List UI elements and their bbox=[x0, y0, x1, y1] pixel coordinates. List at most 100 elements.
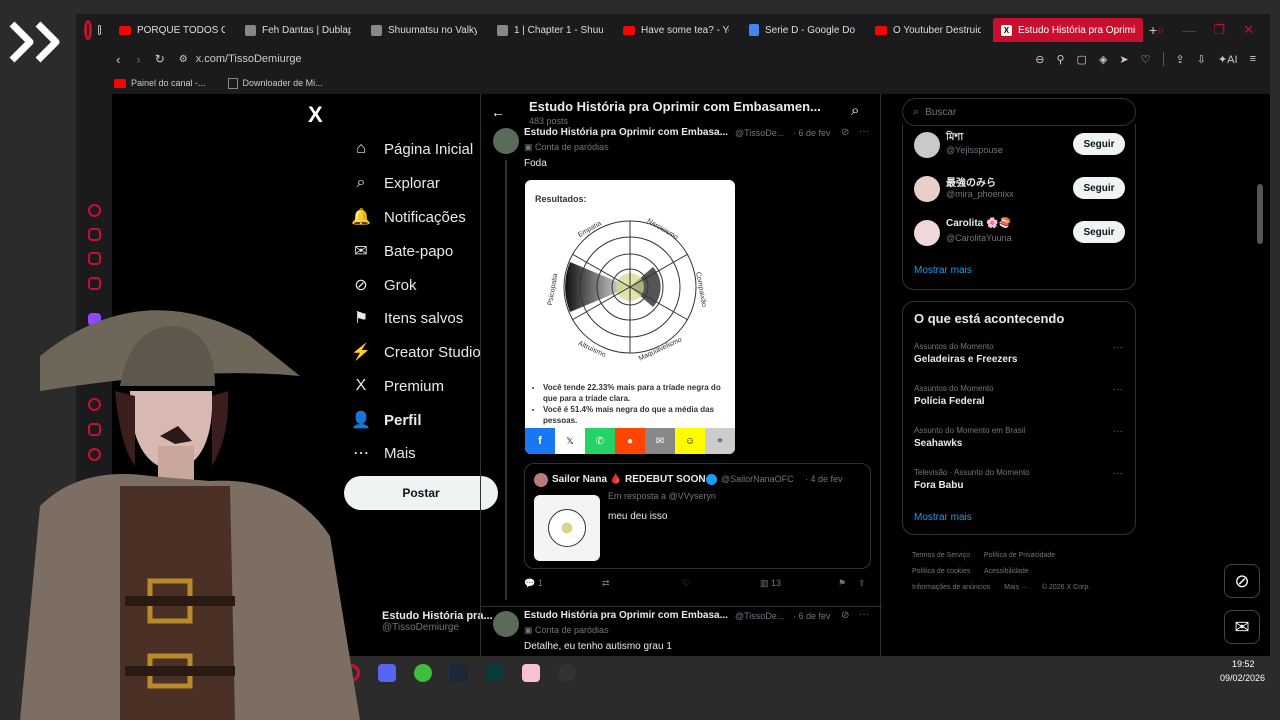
search-input[interactable]: Buscar bbox=[925, 107, 956, 118]
post-button[interactable]: Postar bbox=[344, 476, 498, 510]
share-icon[interactable]: ⇪ bbox=[1176, 53, 1185, 66]
minimize-icon[interactable]: — bbox=[1182, 23, 1195, 38]
reload-icon[interactable]: ↻ bbox=[155, 52, 165, 66]
browser-tab[interactable]: Feh Dantas | Dublapé bbox=[237, 18, 359, 42]
reply-button[interactable]: 💬 1 bbox=[524, 578, 543, 589]
post-author[interactable]: Estudo História pra Oprimir com Embasa..… bbox=[524, 127, 728, 138]
heart-icon[interactable]: ♡ bbox=[1141, 53, 1151, 66]
footer-link[interactable]: Política de Privacidade bbox=[984, 552, 1055, 559]
send-icon[interactable]: ➤ bbox=[1119, 53, 1128, 66]
new-tab-button[interactable]: + bbox=[1149, 22, 1157, 38]
snapchat-share-icon[interactable]: ☺ bbox=[675, 428, 705, 454]
x-logo-icon[interactable]: X bbox=[308, 102, 323, 128]
follow-suggestion[interactable]: 最強のみら @mira_phoenixx Seguir bbox=[903, 172, 1137, 212]
search-profile-icon[interactable]: ⌕ bbox=[851, 102, 859, 119]
post-author[interactable]: Estudo História pra Oprimir com Embasa..… bbox=[524, 610, 728, 621]
search-tabs-icon[interactable]: ⌕ bbox=[1157, 22, 1164, 38]
trend-more-icon[interactable]: ··· bbox=[1113, 468, 1123, 479]
quote-date[interactable]: · 4 de fev bbox=[805, 474, 843, 484]
post-handle[interactable]: @TissoDe... bbox=[735, 128, 784, 138]
share-post-icon[interactable]: ⇪ bbox=[858, 578, 866, 589]
grok-post-icon[interactable]: ⊘ bbox=[841, 127, 849, 138]
clock-time[interactable]: 19:52 bbox=[1232, 659, 1255, 669]
nav-item-more[interactable]: ⋯ Mais bbox=[352, 444, 416, 463]
avatar[interactable] bbox=[914, 132, 940, 158]
scrollbar-thumb[interactable] bbox=[1257, 184, 1263, 244]
messages-float-button[interactable]: ✉ bbox=[1224, 610, 1260, 644]
terminal-taskbar-icon[interactable] bbox=[486, 664, 504, 682]
suggestion-handle[interactable]: @mira_phoenixx bbox=[946, 189, 1014, 199]
show-more-trends-link[interactable]: Mostrar mais bbox=[914, 512, 972, 523]
quote-author[interactable]: Sailor Nana 🩸 REDEBUT SOON bbox=[552, 474, 706, 485]
browser-tab[interactable]: Serie D - Google Doc bbox=[741, 18, 863, 42]
back-arrow-icon[interactable]: ← bbox=[491, 104, 505, 120]
suggestion-name[interactable]: Carolita 🌸🍣 bbox=[946, 218, 1011, 229]
menu-icon[interactable]: ≡ bbox=[1250, 53, 1256, 65]
browser-tab[interactable]: Have some tea? - Yo bbox=[615, 18, 737, 42]
nav-item-home[interactable]: ⌂ Página Inicial bbox=[352, 140, 473, 158]
post-date[interactable]: · 6 de fev bbox=[793, 128, 831, 138]
quote-thumbnail[interactable] bbox=[534, 495, 600, 561]
follow-button[interactable]: Seguir bbox=[1073, 133, 1125, 155]
quote-handle[interactable]: @SailorNanaOFC bbox=[721, 474, 794, 484]
show-more-follow-link[interactable]: Mostrar mais bbox=[914, 265, 972, 276]
site-settings-icon[interactable]: ⚙ bbox=[179, 54, 188, 65]
utorrent-taskbar-icon[interactable] bbox=[414, 664, 432, 682]
aria-icon[interactable] bbox=[88, 204, 101, 217]
grok-post-icon[interactable]: ⊘ bbox=[841, 610, 849, 621]
avatar[interactable] bbox=[914, 220, 940, 246]
post[interactable]: Estudo História pra Oprimir com Embasa..… bbox=[481, 126, 882, 600]
post-handle[interactable]: @TissoDe... bbox=[735, 611, 784, 621]
app-taskbar-icon[interactable] bbox=[522, 664, 540, 682]
footer-link[interactable]: Termos de Serviço bbox=[912, 552, 970, 559]
link-share-icon[interactable]: ⚭ bbox=[705, 428, 735, 454]
maximize-icon[interactable]: ❐ bbox=[1213, 22, 1225, 38]
trend-more-icon[interactable]: ··· bbox=[1113, 426, 1123, 437]
maps-icon[interactable] bbox=[88, 277, 101, 290]
nav-item-grok[interactable]: ⊘ Grok bbox=[352, 276, 416, 295]
nav-item-bookmark[interactable]: ⚑ Itens salvos bbox=[352, 309, 463, 328]
bookmark-item[interactable]: Painel do canal -... bbox=[114, 78, 206, 88]
quote-avatar[interactable] bbox=[534, 473, 548, 487]
browser-tab[interactable]: Shuumatsu no Valkyr bbox=[363, 18, 485, 42]
pin-icon[interactable]: ⚲ bbox=[1056, 53, 1064, 66]
nav-item-chat[interactable]: ✉ Bate-papo bbox=[352, 242, 453, 261]
nav-item-bell[interactable]: 🔔 Notificações bbox=[351, 208, 466, 227]
snapshot-icon[interactable]: ▢ bbox=[1077, 53, 1087, 66]
shopping-icon[interactable] bbox=[88, 228, 101, 241]
discord-taskbar-icon[interactable] bbox=[378, 664, 396, 682]
trend-item[interactable]: Assunto do Momento em Brasil Seahawks ··· bbox=[903, 426, 1137, 464]
facebook-share-icon[interactable]: f bbox=[525, 428, 555, 454]
footer-link[interactable]: Mais ··· bbox=[1004, 584, 1028, 591]
suggestion-name[interactable]: 最強のみら bbox=[946, 174, 996, 189]
bookmark-item[interactable]: Downloader de Mi... bbox=[227, 77, 323, 89]
zoom-icon[interactable]: ⊖ bbox=[1035, 53, 1044, 66]
browser-tab[interactable]: O Youtuber Destruido bbox=[867, 18, 989, 42]
footer-link[interactable]: Informações de anúncios bbox=[912, 584, 990, 591]
ai-button[interactable]: ✦AI bbox=[1218, 53, 1238, 66]
footer-link[interactable]: Acessibilidade bbox=[984, 568, 1029, 575]
shield-icon[interactable]: ◈ bbox=[1099, 53, 1107, 66]
nav-item-search[interactable]: ⌕ Explorar bbox=[352, 174, 440, 192]
url-field[interactable]: x.com/TissoDemiurge bbox=[196, 53, 302, 65]
footer-link[interactable]: © 2026 X Corp. bbox=[1042, 584, 1090, 591]
obs-taskbar-icon[interactable] bbox=[558, 664, 576, 682]
search-box[interactable]: ⌕ Buscar bbox=[902, 98, 1136, 126]
browser-tab[interactable]: 1 | Chapter 1 - Shuum bbox=[489, 18, 611, 42]
x-share-icon[interactable]: 𝕏 bbox=[555, 428, 585, 454]
forward-icon[interactable]: › bbox=[136, 52, 140, 67]
download-icon[interactable]: ⇩ bbox=[1197, 53, 1206, 66]
messenger-icon[interactable] bbox=[88, 252, 101, 265]
opera-logo-icon[interactable] bbox=[84, 20, 92, 40]
avatar[interactable] bbox=[493, 611, 519, 637]
browser-tab[interactable]: PORQUE TODOS OD bbox=[111, 18, 233, 42]
follow-suggestion[interactable]: মিশা @Yejisspouse Seguir bbox=[903, 128, 1137, 168]
email-share-icon[interactable]: ✉ bbox=[645, 428, 675, 454]
nav-item-creator[interactable]: ⚡ Creator Studio bbox=[351, 343, 481, 362]
trend-more-icon[interactable]: ··· bbox=[1113, 384, 1123, 395]
follow-button[interactable]: Seguir bbox=[1073, 177, 1125, 199]
follow-button[interactable]: Seguir bbox=[1073, 221, 1125, 243]
suggestion-handle[interactable]: @CarolitaYuuna bbox=[946, 233, 1012, 243]
follow-suggestion[interactable]: Carolita 🌸🍣 @CarolitaYuuna Seguir bbox=[903, 216, 1137, 256]
back-icon[interactable]: ‹ bbox=[116, 52, 120, 67]
